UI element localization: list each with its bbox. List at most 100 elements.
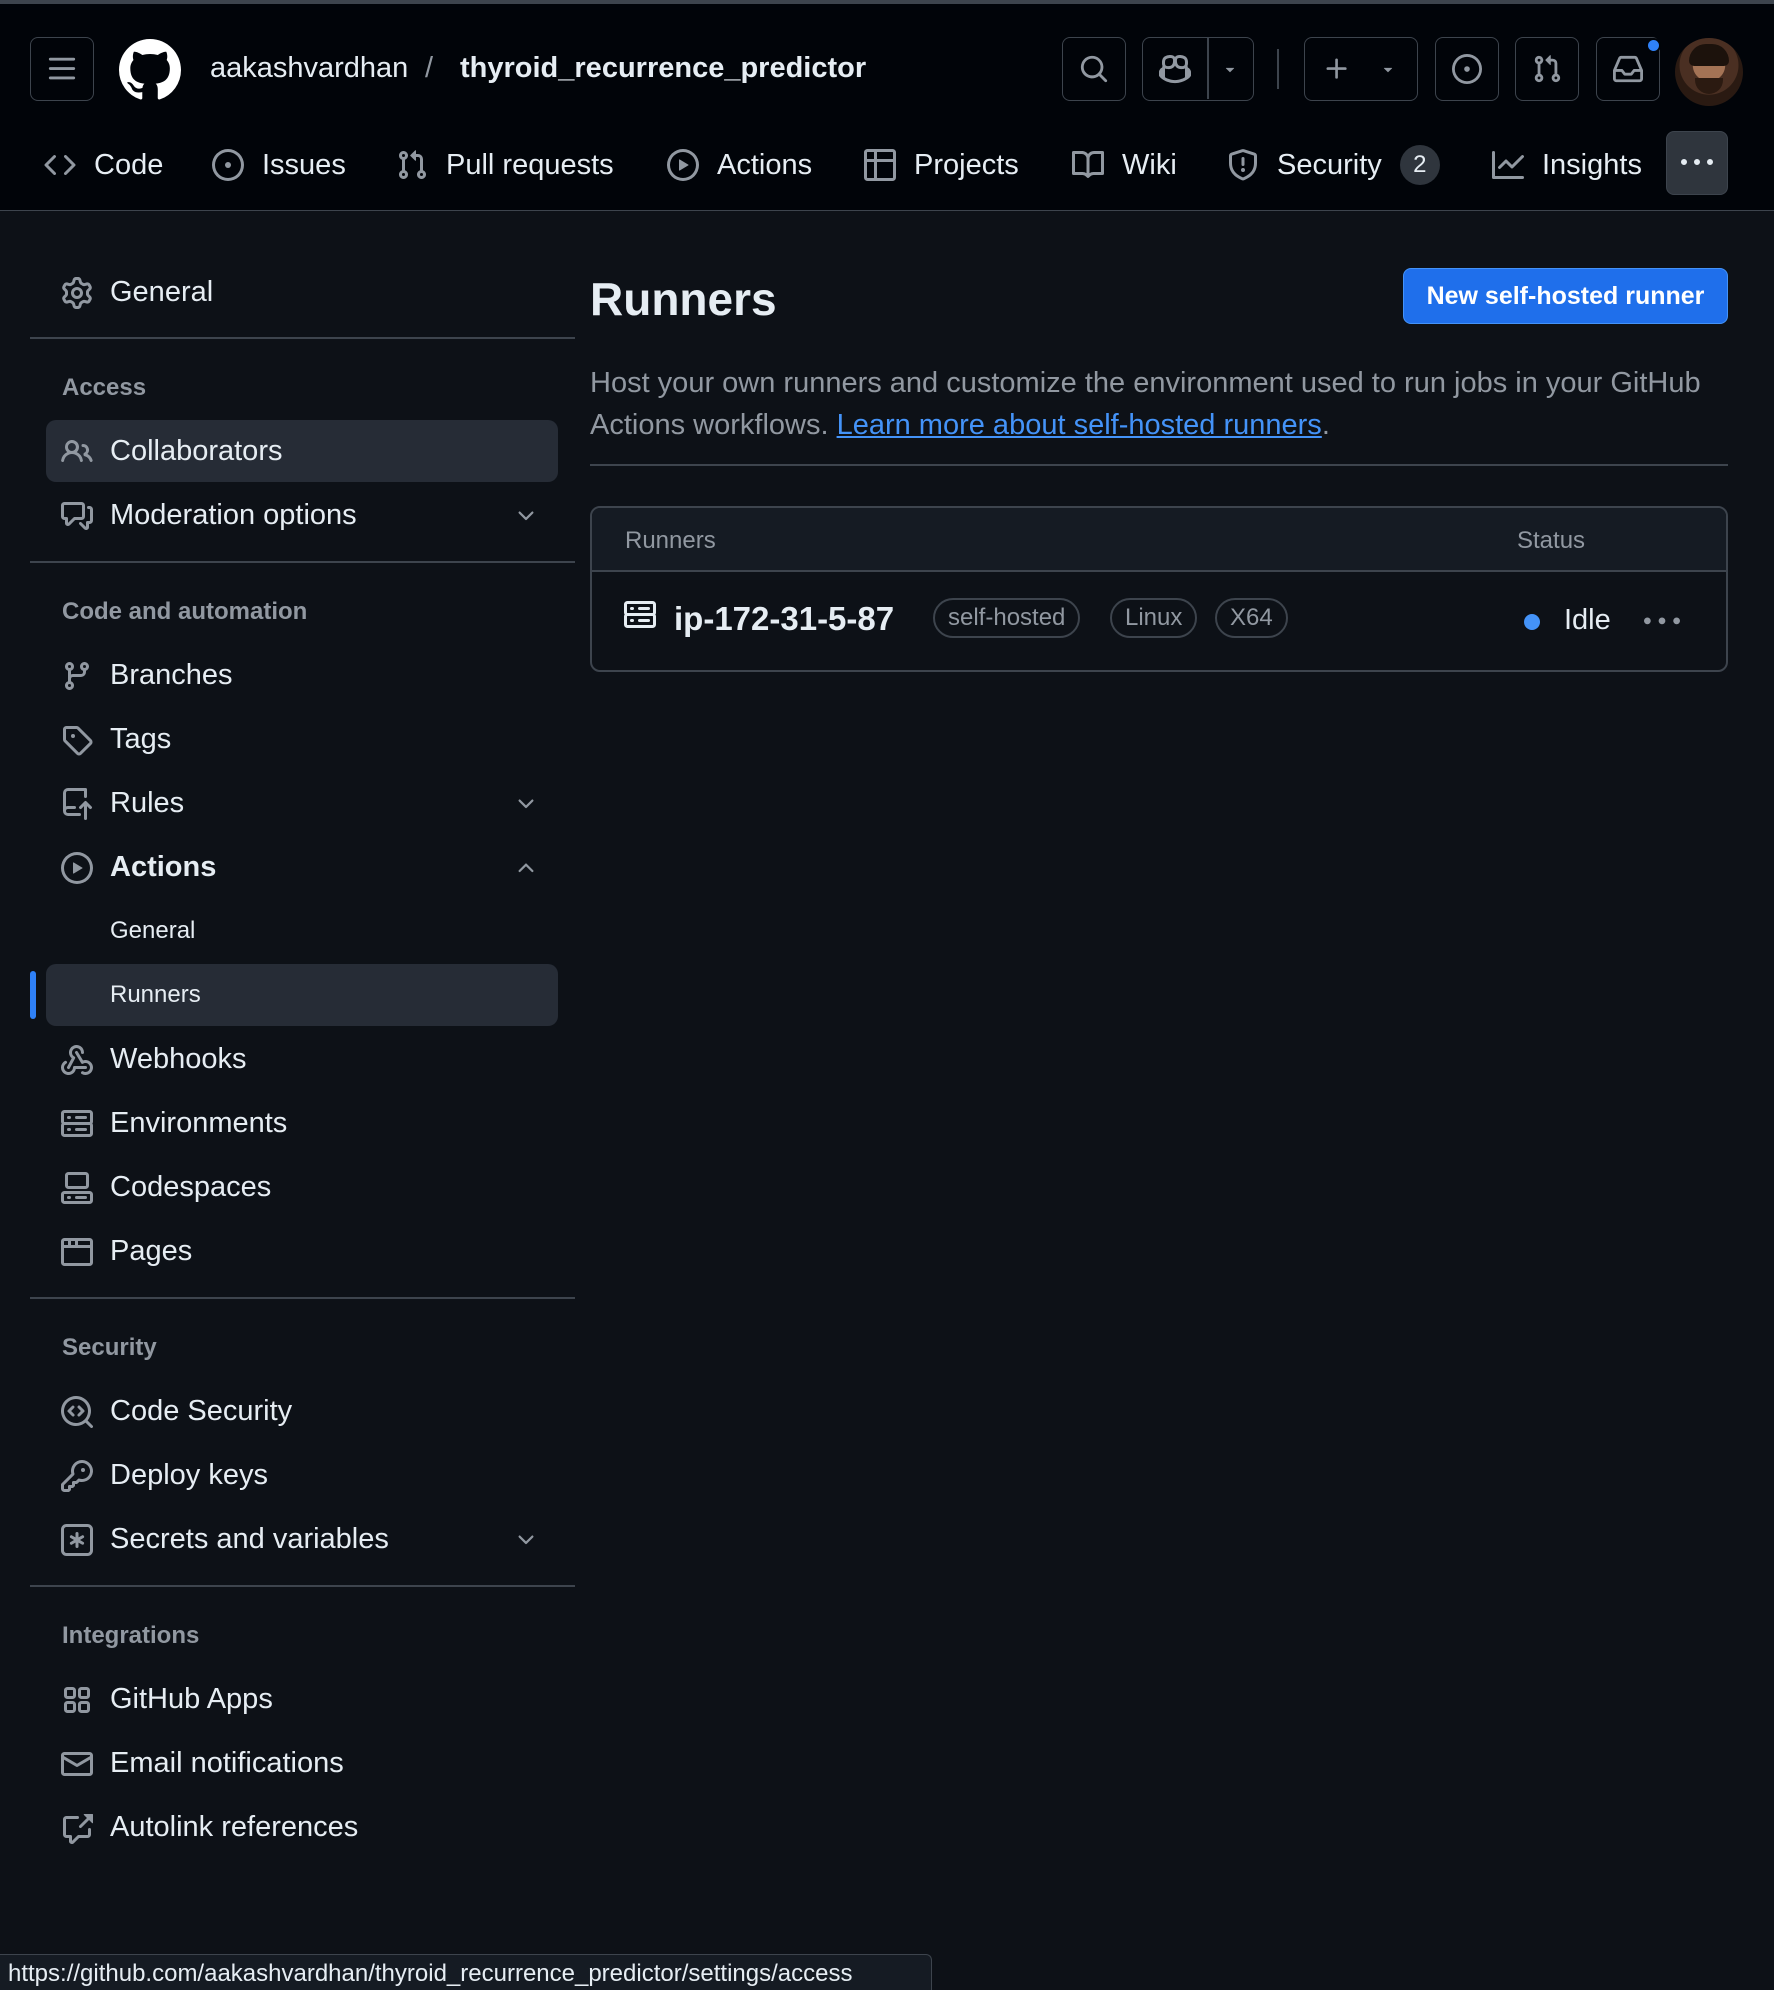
sidebar-item-email-notifications[interactable]: Email notifications (46, 1732, 558, 1794)
plus-icon (1326, 58, 1347, 79)
tab-actions-label: Actions (717, 148, 813, 181)
sidebar-item-actions[interactable]: Actions (46, 836, 558, 898)
tab-insights-label: Insights (1542, 148, 1642, 181)
column-header-status: Status (1517, 527, 1586, 554)
sidebar-item-label: Collaborators (110, 434, 283, 467)
github-logo-icon[interactable] (119, 39, 181, 101)
sidebar-item-label: Pages (110, 1234, 193, 1267)
sidebar-item-codespaces[interactable]: Codespaces (46, 1156, 558, 1218)
sidebar-item-label: General (110, 275, 214, 308)
sidebar-item-actions-general[interactable]: General (46, 900, 558, 962)
sidebar-item-branches[interactable]: Branches (46, 644, 558, 706)
mail-icon (61, 1752, 93, 1776)
issues-button[interactable] (1435, 37, 1499, 101)
sidebar-item-label: Autolink references (110, 1810, 359, 1843)
runner-name-link[interactable]: ip-172-31-5-87 (674, 600, 894, 638)
copilot-button[interactable] (1142, 37, 1254, 101)
comment-discussion-icon (61, 502, 93, 530)
shield-icon (1229, 149, 1257, 181)
table-row[interactable]: ip-172-31-5-87 self-hosted Linux X64 Idl… (592, 572, 1726, 670)
tab-wiki[interactable]: Wiki (1072, 130, 1177, 200)
menu-button[interactable] (30, 37, 94, 101)
key-asterisk-icon (61, 1524, 93, 1556)
tab-issues[interactable]: Issues (212, 130, 346, 200)
avatar[interactable] (1675, 38, 1743, 106)
breadcrumb-separator: / (425, 52, 434, 84)
search-icon (1080, 55, 1108, 83)
issue-opened-icon (1452, 54, 1482, 84)
description-suffix: . (1321, 409, 1330, 441)
tab-insights[interactable]: Insights (1492, 130, 1642, 200)
notification-indicator (1646, 38, 1661, 53)
sidebar-heading-integrations: Integrations (62, 1622, 200, 1649)
issue-opened-icon (212, 149, 244, 181)
sidebar-item-webhooks[interactable]: Webhooks (46, 1028, 558, 1090)
sidebar-item-label: GitHub Apps (110, 1682, 273, 1715)
sidebar-divider (30, 1297, 575, 1299)
sidebar-item-label: Actions (110, 850, 217, 883)
inbox-icon (1613, 55, 1643, 83)
git-pull-request-icon (1534, 55, 1561, 83)
learn-more-link[interactable]: Learn more about self-hosted runners (837, 409, 1322, 441)
sidebar-item-tags[interactable]: Tags (46, 708, 558, 770)
pull-requests-button[interactable] (1515, 37, 1579, 101)
book-icon (1072, 150, 1104, 178)
git-pull-request-icon (398, 150, 427, 180)
search-button[interactable] (1062, 37, 1126, 101)
sidebar-divider (30, 1585, 575, 1587)
tab-projects[interactable]: Projects (864, 130, 1019, 200)
caret-down-icon (1225, 67, 1235, 73)
code-icon (44, 154, 76, 176)
header-divider (1277, 49, 1279, 89)
sidebar-item-label: Moderation options (110, 498, 357, 531)
sidebar-item-environments[interactable]: Environments (46, 1092, 558, 1154)
browser-icon (61, 1238, 93, 1266)
sidebar-item-label: Runners (110, 981, 201, 1008)
sidebar-item-label: Tags (110, 722, 172, 755)
breadcrumb-owner[interactable]: aakashvardhan (210, 52, 408, 85)
sidebar-item-moderation[interactable]: Moderation options (46, 484, 558, 546)
tag-icon (63, 726, 93, 756)
more-tabs-button[interactable] (1666, 131, 1728, 195)
sidebar-item-pages[interactable]: Pages (46, 1220, 558, 1282)
column-header-runners: Runners (625, 527, 716, 554)
sidebar-item-actions-runners[interactable]: Runners (46, 964, 558, 1026)
sidebar-item-autolink[interactable]: Autolink references (46, 1796, 558, 1858)
hamburger-icon (48, 57, 76, 80)
status-indicator (1524, 614, 1540, 630)
table-icon (864, 149, 896, 181)
sidebar-item-github-apps[interactable]: GitHub Apps (46, 1668, 558, 1730)
codescan-icon (61, 1396, 93, 1428)
global-header: aakashvardhan / thyroid_recurrence_predi… (0, 4, 1774, 211)
tab-actions[interactable]: Actions (667, 130, 812, 200)
sidebar-item-label: Branches (110, 658, 233, 691)
sidebar-item-label: Webhooks (110, 1042, 247, 1075)
tab-pull-requests-label: Pull requests (446, 148, 614, 181)
tab-code[interactable]: Code (44, 130, 163, 200)
repo-push-icon (63, 788, 92, 820)
sidebar-heading-security: Security (62, 1334, 157, 1361)
tab-security-label: Security (1277, 148, 1382, 181)
breadcrumb-repo[interactable]: thyroid_recurrence_predictor (460, 52, 866, 85)
tab-code-label: Code (94, 148, 164, 181)
tab-security[interactable]: Security 2 (1227, 130, 1440, 200)
play-icon (61, 852, 93, 884)
sidebar-item-general[interactable]: General (46, 261, 558, 323)
create-new-button[interactable] (1304, 37, 1418, 101)
key-icon (61, 1460, 93, 1492)
sidebar-item-code-security[interactable]: Code Security (46, 1380, 558, 1442)
tab-pull-requests[interactable]: Pull requests (396, 130, 614, 200)
tab-projects-label: Projects (914, 148, 1019, 181)
runner-label: Linux (1110, 598, 1198, 638)
new-self-hosted-runner-button[interactable]: New self-hosted runner (1403, 268, 1728, 324)
server-icon (624, 601, 656, 628)
sidebar-item-label: Deploy keys (110, 1458, 268, 1491)
sidebar-item-collaborators[interactable]: Collaborators (46, 420, 558, 482)
runner-label: self-hosted (933, 598, 1081, 638)
sidebar-item-label: Secrets and variables (110, 1522, 389, 1555)
sidebar-item-rules[interactable]: Rules (46, 772, 558, 834)
link-preview-statusbar: https://github.com/aakashvardhan/thyroid… (0, 1954, 932, 1990)
sidebar-item-deploy-keys[interactable]: Deploy keys (46, 1444, 558, 1506)
sidebar-item-secrets[interactable]: Secrets and variables (46, 1508, 558, 1570)
kebab-horizontal-icon[interactable] (1644, 604, 1680, 640)
